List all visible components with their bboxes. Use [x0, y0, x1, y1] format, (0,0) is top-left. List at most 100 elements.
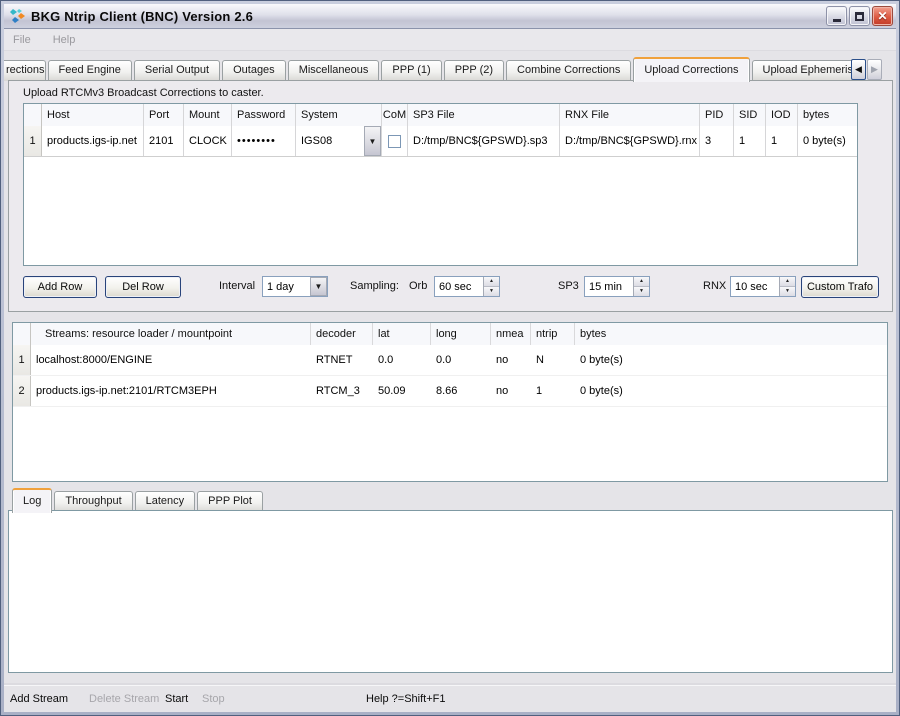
- start-action[interactable]: Start: [165, 693, 188, 705]
- stream-cell-decoder[interactable]: RTCM_3: [311, 376, 373, 406]
- tab-latency[interactable]: Latency: [135, 491, 196, 512]
- rnx-sampling-value: 10 sec: [731, 277, 779, 296]
- streams-table-header: Streams: resource loader / mountpoint de…: [13, 323, 887, 345]
- upload-table: Host Port Mount Password System CoM SP3 …: [23, 103, 858, 266]
- delete-stream-action: Delete Stream: [89, 693, 159, 705]
- minimize-icon: [833, 19, 841, 22]
- tab-ppp-2[interactable]: PPP (2): [444, 60, 504, 81]
- add-stream-action[interactable]: Add Stream: [10, 693, 68, 705]
- title-bar[interactable]: BKG Ntrip Client (BNC) Version 2.6 ✕: [4, 4, 896, 29]
- streams-table: Streams: resource loader / mountpoint de…: [12, 322, 888, 482]
- upload-table-header: Host Port Mount Password System CoM SP3 …: [24, 104, 857, 126]
- maximize-button[interactable]: [849, 6, 870, 26]
- del-row-button[interactable]: Del Row: [105, 276, 181, 298]
- sp3-sampling-spinner[interactable]: 15 min ▲▼: [584, 276, 650, 297]
- interval-combobox[interactable]: 1 day ▼: [262, 276, 328, 297]
- custom-trafo-button[interactable]: Custom Trafo: [801, 276, 879, 298]
- status-bar: Add Stream Delete Stream Start Stop Help…: [4, 685, 896, 712]
- upload-header-bytes: bytes: [798, 104, 857, 126]
- stream-cell-long[interactable]: 8.66: [431, 376, 491, 406]
- streams-header-source: Streams: resource loader / mountpoint: [31, 323, 311, 345]
- stream-cell-long[interactable]: 0.0: [431, 345, 491, 375]
- upload-cell-mount[interactable]: CLOCK: [184, 126, 232, 156]
- upload-cell-password[interactable]: ••••••••: [232, 126, 296, 156]
- stream-cell-decoder[interactable]: RTNET: [311, 345, 373, 375]
- upload-header-mount: Mount: [184, 104, 232, 126]
- streams-header-lat: lat: [373, 323, 431, 345]
- upload-header-num: [24, 104, 42, 126]
- spinner-arrows-icon[interactable]: ▲▼: [633, 277, 649, 296]
- upload-cell-rnx-file[interactable]: D:/tmp/BNC${GPSWD}.rnx: [560, 126, 700, 156]
- orb-label: Orb: [409, 280, 427, 292]
- tab-ppp-plot[interactable]: PPP Plot: [197, 491, 263, 512]
- tab-log[interactable]: Log: [12, 488, 52, 513]
- chevron-down-icon[interactable]: ▼: [364, 126, 381, 156]
- sp3-label: SP3: [558, 280, 579, 292]
- stream-cell-source[interactable]: localhost:8000/ENGINE: [31, 345, 311, 375]
- system-combobox[interactable]: IGS08 ▼: [296, 126, 381, 156]
- help-shortcut-text: Help ?=Shift+F1: [366, 693, 446, 705]
- upload-header-rnx-file: RNX File: [560, 104, 700, 126]
- streams-header-bytes: bytes: [575, 323, 887, 345]
- menu-file[interactable]: File: [13, 34, 31, 46]
- tab-outages[interactable]: Outages: [222, 60, 286, 81]
- tab-upload-corrections[interactable]: Upload Corrections: [633, 57, 749, 82]
- tab-upload-ephemeris[interactable]: Upload Ephemeris: [752, 60, 865, 81]
- tab-scroll-left-icon[interactable]: ◀: [851, 59, 866, 80]
- upload-table-row: 1 products.igs-ip.net 2101 CLOCK •••••••…: [24, 126, 857, 157]
- upload-header-sid: SID: [734, 104, 766, 126]
- orb-sampling-value: 60 sec: [435, 277, 483, 296]
- orb-sampling-spinner[interactable]: 60 sec ▲▼: [434, 276, 500, 297]
- log-output-panel[interactable]: [8, 510, 893, 673]
- upload-cell-iod[interactable]: 1: [766, 126, 798, 156]
- stream-cell-source[interactable]: products.igs-ip.net:2101/RTCM3EPH: [31, 376, 311, 406]
- stream-cell-ntrip[interactable]: 1: [531, 376, 575, 406]
- upload-row-number: 1: [24, 126, 42, 156]
- stream-cell-ntrip[interactable]: N: [531, 345, 575, 375]
- stream-cell-nmea[interactable]: no: [491, 345, 531, 375]
- stream-cell-lat[interactable]: 0.0: [373, 345, 431, 375]
- streams-header-ntrip: ntrip: [531, 323, 575, 345]
- stream-cell-lat[interactable]: 50.09: [373, 376, 431, 406]
- upload-cell-pid[interactable]: 3: [700, 126, 734, 156]
- stream-row[interactable]: 2 products.igs-ip.net:2101/RTCM3EPH RTCM…: [13, 376, 887, 407]
- upload-corrections-pane: Upload RTCMv3 Broadcast Corrections to c…: [8, 80, 893, 312]
- streams-header-long: long: [431, 323, 491, 345]
- upload-cell-host[interactable]: products.igs-ip.net: [42, 126, 144, 156]
- chevron-down-icon[interactable]: ▼: [310, 277, 327, 296]
- close-button[interactable]: ✕: [872, 6, 893, 26]
- tab-ppp-1[interactable]: PPP (1): [381, 60, 441, 81]
- maximize-icon: [855, 12, 864, 21]
- menu-help[interactable]: Help: [53, 34, 76, 46]
- add-row-button[interactable]: Add Row: [23, 276, 97, 298]
- upload-cell-com: [382, 126, 408, 156]
- upload-cell-sid[interactable]: 1: [734, 126, 766, 156]
- stream-cell-bytes: 0 byte(s): [575, 345, 887, 375]
- tab-combine-corrections[interactable]: Combine Corrections: [506, 60, 631, 81]
- app-window: BKG Ntrip Client (BNC) Version 2.6 ✕ Fil…: [0, 0, 900, 716]
- tab-feed-engine[interactable]: Feed Engine: [48, 60, 132, 81]
- rnx-label: RNX: [703, 280, 726, 292]
- upload-header-pid: PID: [700, 104, 734, 126]
- spinner-arrows-icon[interactable]: ▲▼: [779, 277, 795, 296]
- upload-cell-port[interactable]: 2101: [144, 126, 184, 156]
- stream-row[interactable]: 1 localhost:8000/ENGINE RTNET 0.0 0.0 no…: [13, 345, 887, 376]
- tab-corrections[interactable]: rections: [4, 60, 46, 81]
- tab-serial-output[interactable]: Serial Output: [134, 60, 220, 81]
- stream-row-number: 2: [13, 376, 31, 406]
- upload-header-com: CoM: [382, 104, 408, 126]
- upload-cell-system: IGS08 ▼: [296, 126, 382, 156]
- streams-header-decoder: decoder: [311, 323, 373, 345]
- tab-throughput[interactable]: Throughput: [54, 491, 132, 512]
- com-checkbox[interactable]: [388, 135, 401, 148]
- upload-cell-sp3-file[interactable]: D:/tmp/BNC${GPSWD}.sp3: [408, 126, 560, 156]
- window-title: BKG Ntrip Client (BNC) Version 2.6: [31, 9, 821, 24]
- stream-cell-nmea[interactable]: no: [491, 376, 531, 406]
- minimize-button[interactable]: [826, 6, 847, 26]
- app-logo-icon: [9, 8, 26, 25]
- tab-miscellaneous[interactable]: Miscellaneous: [288, 60, 380, 81]
- rnx-sampling-spinner[interactable]: 10 sec ▲▼: [730, 276, 796, 297]
- streams-header-num: [13, 323, 31, 345]
- upload-header-system: System: [296, 104, 382, 126]
- spinner-arrows-icon[interactable]: ▲▼: [483, 277, 499, 296]
